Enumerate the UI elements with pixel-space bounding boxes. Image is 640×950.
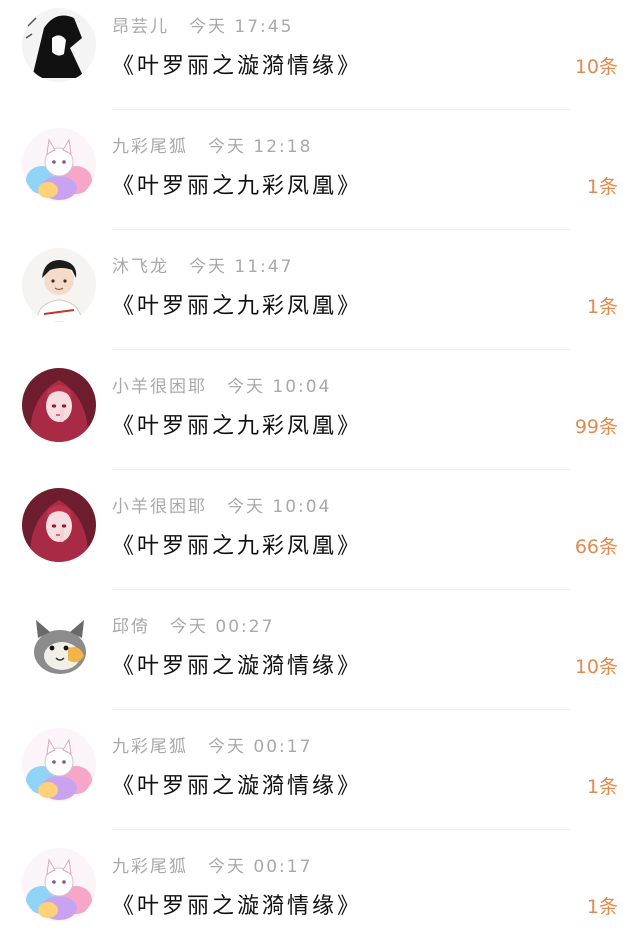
message-meta: 小羊很困耶 今天 10:04 (112, 492, 331, 517)
list-item[interactable]: 小羊很困耶 今天 10:04 《叶罗丽之九彩凤凰》 66条 (0, 480, 640, 590)
sender-name: 九彩尾狐 (112, 137, 188, 157)
avatar[interactable] (22, 848, 96, 922)
message-meta: 昂芸儿 今天 17:45 (112, 12, 293, 37)
message-title: 《叶罗丽之漩漪情缘》 (112, 54, 363, 79)
message-time: 今天 12:18 (208, 137, 313, 157)
message-title: 《叶罗丽之九彩凤凰》 (112, 534, 363, 559)
message-meta: 邱倚 今天 00:27 (112, 612, 274, 637)
avatar[interactable] (22, 128, 96, 202)
sender-name: 邱倚 (112, 617, 150, 637)
sender-name: 沐飞龙 (112, 257, 169, 277)
message-count: 1条 (586, 776, 618, 798)
message-meta: 九彩尾狐 今天 00:17 (112, 732, 312, 757)
avatar-girl-icon (22, 488, 96, 562)
avatar-cat-icon (22, 608, 96, 682)
message-title: 《叶罗丽之九彩凤凰》 (112, 174, 363, 199)
list-item[interactable]: 邱倚 今天 00:27 《叶罗丽之漩漪情缘》 10条 (0, 600, 640, 710)
sender-name: 九彩尾狐 (112, 857, 188, 877)
avatar[interactable] (22, 728, 96, 802)
avatar-sketch-icon (22, 8, 96, 82)
message-count: 10条 (574, 656, 618, 678)
avatar[interactable] (22, 488, 96, 562)
list-item[interactable]: 小羊很困耶 今天 10:04 《叶罗丽之九彩凤凰》 99条 (0, 360, 640, 470)
message-title: 《叶罗丽之九彩凤凰》 (112, 414, 363, 439)
message-time: 今天 10:04 (227, 497, 332, 517)
avatar-girl-icon (22, 368, 96, 442)
avatar[interactable] (22, 248, 96, 322)
list-item[interactable]: 沐飞龙 今天 11:47 《叶罗丽之九彩凤凰》 1条 (0, 240, 640, 350)
avatar-fox-icon (22, 128, 96, 202)
message-time: 今天 17:45 (189, 17, 294, 37)
list-item[interactable]: 九彩尾狐 今天 12:18 《叶罗丽之九彩凤凰》 1条 (0, 120, 640, 230)
avatar-boy-icon (22, 248, 96, 322)
message-title: 《叶罗丽之漩漪情缘》 (112, 894, 363, 919)
message-time: 今天 00:17 (208, 737, 313, 757)
divider (112, 109, 570, 110)
message-meta: 小羊很困耶 今天 10:04 (112, 372, 331, 397)
list-item[interactable]: 昂芸儿 今天 17:45 《叶罗丽之漩漪情缘》 10条 (0, 0, 640, 110)
message-count: 10条 (574, 56, 618, 78)
list-item[interactable]: 九彩尾狐 今天 00:17 《叶罗丽之漩漪情缘》 1条 (0, 840, 640, 950)
avatar[interactable] (22, 608, 96, 682)
message-meta: 沐飞龙 今天 11:47 (112, 252, 293, 277)
divider (112, 589, 570, 590)
avatar-fox-icon (22, 728, 96, 802)
message-meta: 九彩尾狐 今天 12:18 (112, 132, 312, 157)
message-title: 《叶罗丽之漩漪情缘》 (112, 654, 363, 679)
avatar-fox-icon (22, 848, 96, 922)
message-count: 66条 (574, 536, 618, 558)
sender-name: 九彩尾狐 (112, 737, 188, 757)
divider (112, 709, 570, 710)
sender-name: 小羊很困耶 (112, 377, 207, 397)
sender-name: 昂芸儿 (112, 17, 169, 37)
message-time: 今天 10:04 (227, 377, 332, 397)
avatar[interactable] (22, 368, 96, 442)
list-item[interactable]: 九彩尾狐 今天 00:17 《叶罗丽之漩漪情缘》 1条 (0, 720, 640, 830)
message-count: 99条 (574, 416, 618, 438)
sender-name: 小羊很困耶 (112, 497, 207, 517)
message-time: 今天 11:47 (189, 257, 294, 277)
message-time: 今天 00:27 (170, 617, 275, 637)
avatar[interactable] (22, 8, 96, 82)
message-count: 1条 (586, 176, 618, 198)
message-time: 今天 00:17 (208, 857, 313, 877)
message-meta: 九彩尾狐 今天 00:17 (112, 852, 312, 877)
message-title: 《叶罗丽之九彩凤凰》 (112, 294, 363, 319)
message-count: 1条 (586, 296, 618, 318)
divider (112, 829, 570, 830)
message-count: 1条 (586, 896, 618, 918)
message-list: 昂芸儿 今天 17:45 《叶罗丽之漩漪情缘》 10条 九彩尾狐 今天 12:18 … (0, 0, 640, 939)
divider (112, 229, 570, 230)
message-title: 《叶罗丽之漩漪情缘》 (112, 774, 363, 799)
divider (112, 469, 570, 470)
divider (112, 349, 570, 350)
